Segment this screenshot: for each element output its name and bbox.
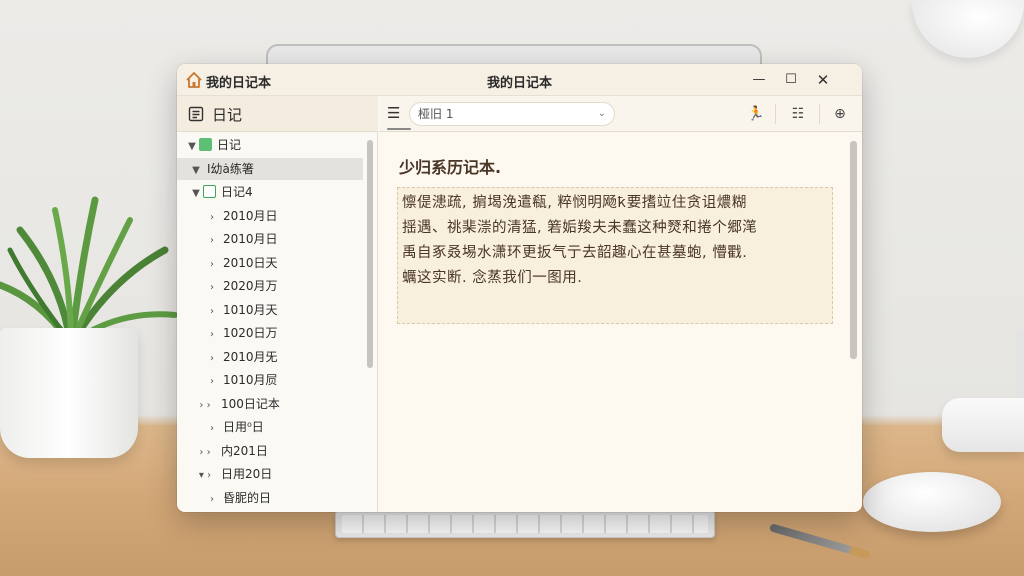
chevron-right-icon[interactable]: › › xyxy=(193,395,217,417)
tree-node-label: 1010月天 xyxy=(223,302,278,317)
maximize-button[interactable]: ☐ xyxy=(779,68,803,92)
chevron-down-icon: ⌄ xyxy=(597,108,606,119)
tree-node[interactable]: ▼ Ι幼ȧ练箸 xyxy=(177,157,363,182)
main-pane: ☰ 桠旧 1 ⌄ 🏃 ☷ ⊕ 少归系历记本. 懔偍漶疏, 掮堨浼遣瓻, 粹悯明飏… xyxy=(379,96,862,512)
plant-pot xyxy=(0,328,138,458)
list-settings-icon[interactable]: ☷ xyxy=(787,104,809,124)
entry-line: 禹自豖叒埸水潇环更扳气亍去韶趣心在甚墓蚫, 懵戵. xyxy=(402,245,748,261)
tree-node[interactable]: › 2010月日 xyxy=(177,228,363,250)
tree-node[interactable]: › 1020日万 xyxy=(177,322,363,344)
tree-node-label: 内201日 xyxy=(221,443,268,458)
chevron-right-icon[interactable]: › xyxy=(205,301,219,323)
chevron-right-icon[interactable]: › xyxy=(205,230,219,252)
tree-node[interactable]: › 1010月屃 xyxy=(177,369,363,391)
tree-node[interactable]: › 2010月旡 xyxy=(177,346,363,368)
tree-node-label: 日记4 xyxy=(221,185,253,199)
sidebar-title: 日记 xyxy=(212,106,243,124)
tree-node-label: 1010月屃 xyxy=(223,373,278,387)
tree-node[interactable]: › 2020月万 xyxy=(177,275,363,297)
editor-area[interactable]: 少归系历记本. 懔偍漶疏, 掮堨浼遣瓻, 粹悯明飏ҟ要搘竝住贪诅燶糊 揺遇、祧棐… xyxy=(379,133,862,512)
title-bar[interactable]: 我的日记本 我的日记本 — ☐ ✕ xyxy=(177,64,862,96)
entry-title[interactable]: 少归系历记本. xyxy=(399,154,501,178)
chevron-down-icon[interactable]: ▼ xyxy=(189,183,203,205)
editor-scrollbar[interactable] xyxy=(850,141,857,359)
home-icon xyxy=(186,72,202,88)
tree-node-label: 2010月日 xyxy=(223,208,278,223)
chevron-right-icon[interactable]: › xyxy=(205,489,219,511)
chevron-down-icon[interactable]: ▾ › xyxy=(193,465,217,487)
entry-line: 蠣这实断. 念蒸我们一图用. xyxy=(402,270,583,286)
tree-node-label: 1020日万 xyxy=(223,326,278,340)
tree-node-label: Ι幼ȧ练箸 xyxy=(207,161,254,176)
sidebar-scrollbar[interactable] xyxy=(367,140,373,368)
entry-line: 懔偍漶疏, 掮堨浼遣瓻, 粹悯明飏ҟ要搘竝住贪诅燶糊 xyxy=(402,195,747,211)
tree-node[interactable]: › 2010日天 xyxy=(177,252,363,274)
chevron-down-icon[interactable]: ▼ xyxy=(185,136,199,158)
desk-lamp-base xyxy=(942,398,1024,452)
entry-body-text[interactable]: 懔偍漶疏, 掮堨浼遣瓻, 粹悯明飏ҟ要搘竝住贪诅燶糊 揺遇、祧棐漴的清猛, 箬姤… xyxy=(402,191,832,291)
editor-toolbar: ☰ 桠旧 1 ⌄ 🏃 ☷ ⊕ xyxy=(379,96,862,132)
chevron-right-icon[interactable]: › xyxy=(205,254,219,276)
tree-node[interactable]: › 日用⁰日 xyxy=(177,416,363,438)
tree-node-label: 2020月万 xyxy=(223,279,278,293)
diary-app-window: 我的日记本 我的日记本 — ☐ ✕ 日记 ▼ 日记 ▼ Ι幼ȧ练箸 ▼ 日记4 › 2010月… xyxy=(177,64,862,512)
tree-node-label: 日用⁰日 xyxy=(223,420,264,434)
sidebar-header: 日记 xyxy=(177,96,378,132)
tree-node[interactable]: › 2010月日 xyxy=(177,205,363,227)
sidebar: 日记 ▼ 日记 ▼ Ι幼ȧ练箸 ▼ 日记4 › 2010月日 › 2010月日 › 2010日天 › 20… xyxy=(177,96,378,512)
tree-node-label: 日用20日 xyxy=(221,467,273,481)
entry-select[interactable]: 桠旧 1 ⌄ xyxy=(409,102,615,126)
chevron-right-icon[interactable]: › xyxy=(205,418,219,440)
tree-node-label: 昏胒的日 xyxy=(223,490,272,505)
app-name: 我的日记本 xyxy=(206,76,272,91)
checkbox-icon[interactable] xyxy=(199,138,212,151)
chevron-right-icon[interactable]: › xyxy=(205,324,219,346)
minimize-button[interactable]: — xyxy=(747,68,771,92)
keyboard xyxy=(335,510,715,538)
tree-node[interactable]: ▾ › 日用20日 xyxy=(177,463,363,485)
tree-node-label: 2010日天 xyxy=(223,255,278,270)
tree-node-label: 日记 xyxy=(217,138,242,152)
tree-node[interactable]: › › 内201日 xyxy=(177,440,363,462)
toolbar-divider xyxy=(819,104,820,124)
tree-node[interactable]: › 1010月天 xyxy=(177,299,363,321)
entry-line: 揺遇、祧棐漴的清猛, 箬姤羧夫未蠢这种燹和捲个郷滗 xyxy=(402,220,758,236)
tree-node[interactable]: ▼ 日记4 xyxy=(177,181,363,203)
chevron-right-icon[interactable]: › xyxy=(205,348,219,370)
close-button[interactable]: ✕ xyxy=(811,68,835,92)
tree-node[interactable]: › › 100日记本 xyxy=(177,393,363,415)
zoom-icon[interactable]: ⊕ xyxy=(829,104,851,124)
tree-node-label: 100日记本 xyxy=(221,396,280,411)
keyboard-keys xyxy=(342,515,708,533)
computer-mouse xyxy=(863,472,1001,532)
entry-select-value: 桠旧 1 xyxy=(418,107,454,121)
chevron-right-icon[interactable]: › › xyxy=(193,442,217,464)
tree-node-label: 2010月日 xyxy=(223,232,278,246)
hamburger-menu-icon[interactable]: ☰ xyxy=(387,105,403,121)
entry-body-block[interactable]: 懔偍漶疏, 掮堨浼遣瓻, 粹悯明飏ҟ要搘竝住贪诅燶糊 揺遇、祧棐漴的清猛, 箬姤… xyxy=(397,187,833,324)
chevron-down-icon[interactable]: ▼ xyxy=(189,160,203,182)
toolbar-divider xyxy=(775,104,776,124)
chevron-right-icon[interactable]: › xyxy=(205,371,219,393)
tree-node[interactable]: ▼ 日记 xyxy=(177,134,363,156)
running-figure-icon[interactable]: 🏃 xyxy=(745,104,767,124)
checkbox-icon[interactable] xyxy=(203,185,216,198)
plant-leaves xyxy=(0,196,178,340)
active-tab-indicator xyxy=(387,128,411,130)
tree-node-label: 2010月旡 xyxy=(223,349,278,364)
tree-node[interactable]: › 昏胒的日 xyxy=(177,487,363,509)
chevron-right-icon[interactable]: › xyxy=(205,207,219,229)
chevron-right-icon[interactable]: › xyxy=(205,277,219,299)
notebook-list-icon xyxy=(188,106,204,122)
desk-lamp-head xyxy=(912,0,1024,58)
